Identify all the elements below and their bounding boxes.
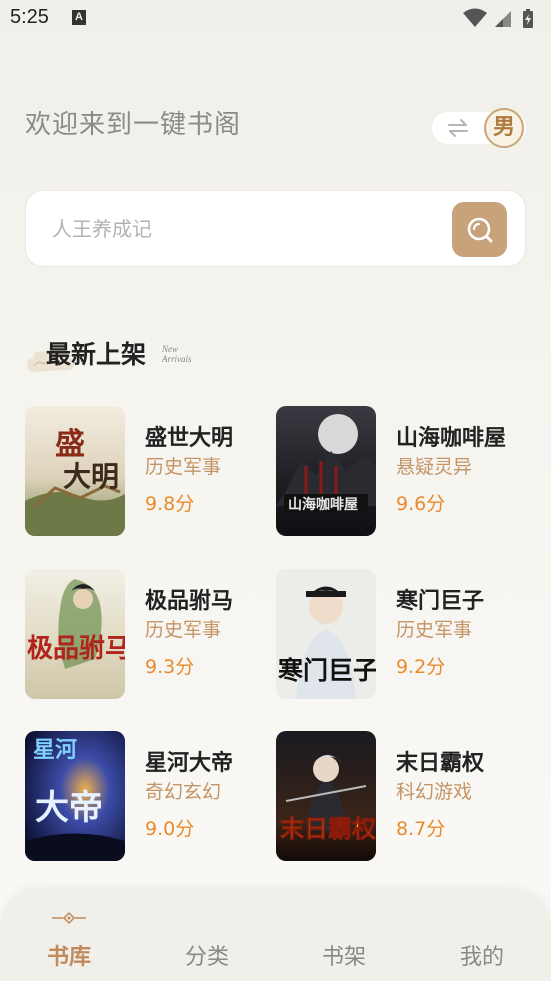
signal-icon [495,11,511,27]
book-score: 8.7分 [396,818,446,840]
cover-title-5b: 大帝 [35,788,103,828]
book-cover[interactable]: 星河 大帝 [25,731,125,861]
gender-toggle[interactable]: 男 [432,108,526,148]
book-cover[interactable]: 极品驸马 [25,569,125,699]
nav-bookshelf[interactable]: 书架 [304,939,384,971]
section-subtitle: New Arrivals [162,344,192,364]
book-title[interactable]: 星河大帝 [145,745,233,777]
section-subtitle-line2: Arrivals [162,354,192,364]
book-title[interactable]: 末日霸权 [396,745,484,777]
section-subtitle-line1: New [162,344,179,354]
cover-title-2: 山海咖啡屋 [288,496,358,513]
search-icon [467,217,493,243]
search-bar [25,190,526,267]
section-header: 最新上架 New Arrivals [24,330,324,380]
book-card[interactable]: 盛 大明 盛世大明 历史军事 9.8分 [25,406,265,536]
active-ornament-icon [52,911,86,925]
nav-categories[interactable]: 分类 [167,939,247,971]
book-card[interactable]: 山海咖啡屋 山海咖啡屋 悬疑灵异 9.6分 [276,406,516,536]
status-time: 5:25 [10,6,49,28]
status-bar: 5:25 A [0,0,551,38]
book-score: 9.0分 [145,818,195,840]
book-title[interactable]: 盛世大明 [145,420,233,452]
search-input[interactable] [52,213,432,245]
swap-arrows-icon [448,119,468,137]
book-score: 9.3分 [145,656,195,678]
welcome-title: 欢迎来到一键书阁 [25,110,242,140]
notification-icon: A [72,10,86,25]
book-genre: 历史军事 [145,456,222,478]
book-genre: 奇幻玄幻 [145,781,222,803]
book-title[interactable]: 寒门巨子 [396,583,484,615]
cover-title-4: 寒门巨子 [278,656,376,685]
wifi-icon [463,8,487,27]
cover-title-6: 末日霸权 [280,814,376,843]
nav-library[interactable]: 书库 [29,939,109,971]
book-cover[interactable]: 寒门巨子 [276,569,376,699]
nav-profile[interactable]: 我的 [442,939,522,971]
book-genre: 悬疑灵异 [396,456,473,478]
book-genre: 历史军事 [145,619,222,641]
book-cover[interactable]: 盛 大明 [25,406,125,536]
gender-badge[interactable]: 男 [484,108,524,148]
battery-icon [523,9,533,28]
book-cover[interactable]: 山海咖啡屋 [276,406,376,536]
book-score: 9.8分 [145,493,195,515]
book-genre: 科幻游戏 [396,781,473,803]
book-card[interactable]: 寒门巨子 寒门巨子 历史军事 9.2分 [276,569,516,699]
book-card[interactable]: 星河 大帝 星河大帝 奇幻玄幻 9.0分 [25,731,265,861]
cover-title-3: 极品驸马 [27,633,125,664]
bottom-nav: 书库 分类 书架 我的 [0,887,551,981]
book-card[interactable]: 极品驸马 极品驸马 历史军事 9.3分 [25,569,265,699]
cover-title-1b: 大明 [63,460,119,493]
section-title: 最新上架 [46,340,147,369]
book-title[interactable]: 山海咖啡屋 [396,420,506,452]
search-button[interactable] [452,202,507,257]
cover-title-1a: 盛 [55,427,85,462]
book-score: 9.2分 [396,656,446,678]
book-genre: 历史军事 [396,619,473,641]
book-card[interactable]: 末日霸权 末日霸权 科幻游戏 8.7分 [276,731,516,861]
book-score: 9.6分 [396,493,446,515]
book-cover[interactable]: 末日霸权 [276,731,376,861]
cover-title-5a: 星河 [33,737,77,763]
book-title[interactable]: 极品驸马 [145,583,233,615]
status-icons [463,8,533,28]
